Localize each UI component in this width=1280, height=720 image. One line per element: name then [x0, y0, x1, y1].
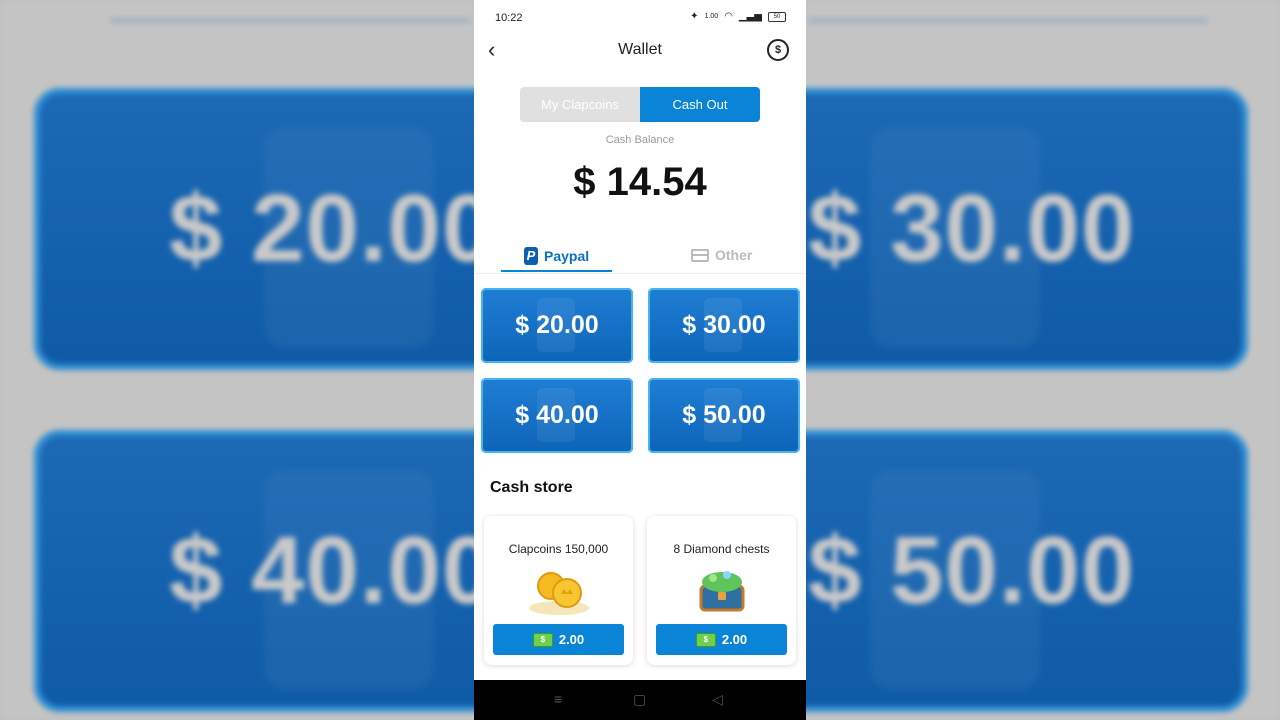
phone-screen: 10:22 ✦ 1.00 ◠ ▁▃▅ 50 ‹ Wallet $ My Clap…: [474, 0, 806, 720]
store-item-price: 2.00: [721, 632, 748, 647]
cash-store-title: Cash store: [490, 479, 573, 496]
tab-paypal[interactable]: P Paypal: [524, 247, 589, 265]
gold-coins-icon: [529, 572, 589, 615]
cashout-50-button[interactable]: $ 50.00: [648, 378, 800, 453]
cashout-amount: $ 40.00: [515, 401, 599, 429]
store-item-name: 8 Diamond chests: [673, 542, 770, 556]
card-icon: [691, 248, 709, 262]
wifi-icon: ◠: [724, 11, 733, 22]
background-amount: $ 50.00: [808, 517, 1136, 624]
cash-balance-amount: $ 14.54: [573, 160, 707, 204]
active-tab-indicator: [501, 270, 612, 272]
back-triangle-icon[interactable]: ◁: [712, 691, 723, 708]
cashout-amount: $ 50.00: [682, 401, 766, 429]
menu-icon[interactable]: ≡: [554, 691, 562, 707]
cashout-40-button[interactable]: $ 40.00: [481, 378, 633, 453]
store-item-clapcoins[interactable]: Clapcoins 150,000 $ 2.00: [484, 516, 633, 665]
wallet-segment-control: My Clapcoins Cash Out: [520, 87, 760, 122]
network-speed: 1.00: [704, 13, 719, 20]
cash-icon: $: [532, 632, 553, 647]
battery-icon: 50: [768, 11, 786, 22]
payment-method-tabs: P Paypal Other: [474, 240, 806, 274]
cashout-amount: $ 30.00: [682, 311, 766, 339]
tab-my-clapcoins[interactable]: My Clapcoins: [520, 87, 640, 122]
background-amount: $ 40.00: [169, 517, 497, 624]
status-bar: 10:22 ✦ 1.00 ◠ ▁▃▅ 50: [474, 0, 806, 36]
tab-other[interactable]: Other: [691, 247, 752, 263]
cashout-amount: $ 20.00: [515, 311, 599, 339]
cash-balance-label: Cash Balance: [605, 134, 675, 146]
tab-other-label: Other: [715, 247, 753, 263]
tab-paypal-label: Paypal: [544, 248, 590, 264]
store-item-diamond-chests[interactable]: 8 Diamond chests $ 2.00: [647, 516, 796, 665]
buy-clapcoins-button[interactable]: $ 2.00: [493, 624, 624, 655]
cash-icon: $: [695, 632, 716, 647]
vibrate-icon: ✦: [690, 11, 699, 22]
coin-exchange-icon[interactable]: $: [767, 39, 789, 61]
paypal-icon: P: [524, 247, 538, 265]
status-time: 10:22: [495, 12, 523, 24]
treasure-chest-icon: [699, 571, 745, 612]
background-divider: [110, 18, 470, 23]
buy-diamond-chests-button[interactable]: $ 2.00: [656, 624, 787, 655]
signal-icon: ▁▃▅: [738, 11, 762, 22]
background-amount: $ 20.00: [169, 175, 497, 282]
background-amount: $ 30.00: [808, 175, 1136, 282]
system-nav-bar: ≡ ▢ ◁: [474, 680, 806, 720]
cashout-30-button[interactable]: $ 30.00: [648, 288, 800, 363]
store-item-price: 2.00: [558, 632, 585, 647]
app-header: ‹ Wallet $: [474, 36, 806, 66]
tab-cash-out[interactable]: Cash Out: [640, 87, 760, 122]
page-title: Wallet: [618, 41, 662, 58]
background-divider: [808, 18, 1208, 23]
cashout-20-button[interactable]: $ 20.00: [481, 288, 633, 363]
store-item-name: Clapcoins 150,000: [508, 542, 609, 556]
status-icons: ✦ 1.00 ◠ ▁▃▅ 50: [690, 11, 786, 22]
home-icon[interactable]: ▢: [633, 691, 646, 708]
